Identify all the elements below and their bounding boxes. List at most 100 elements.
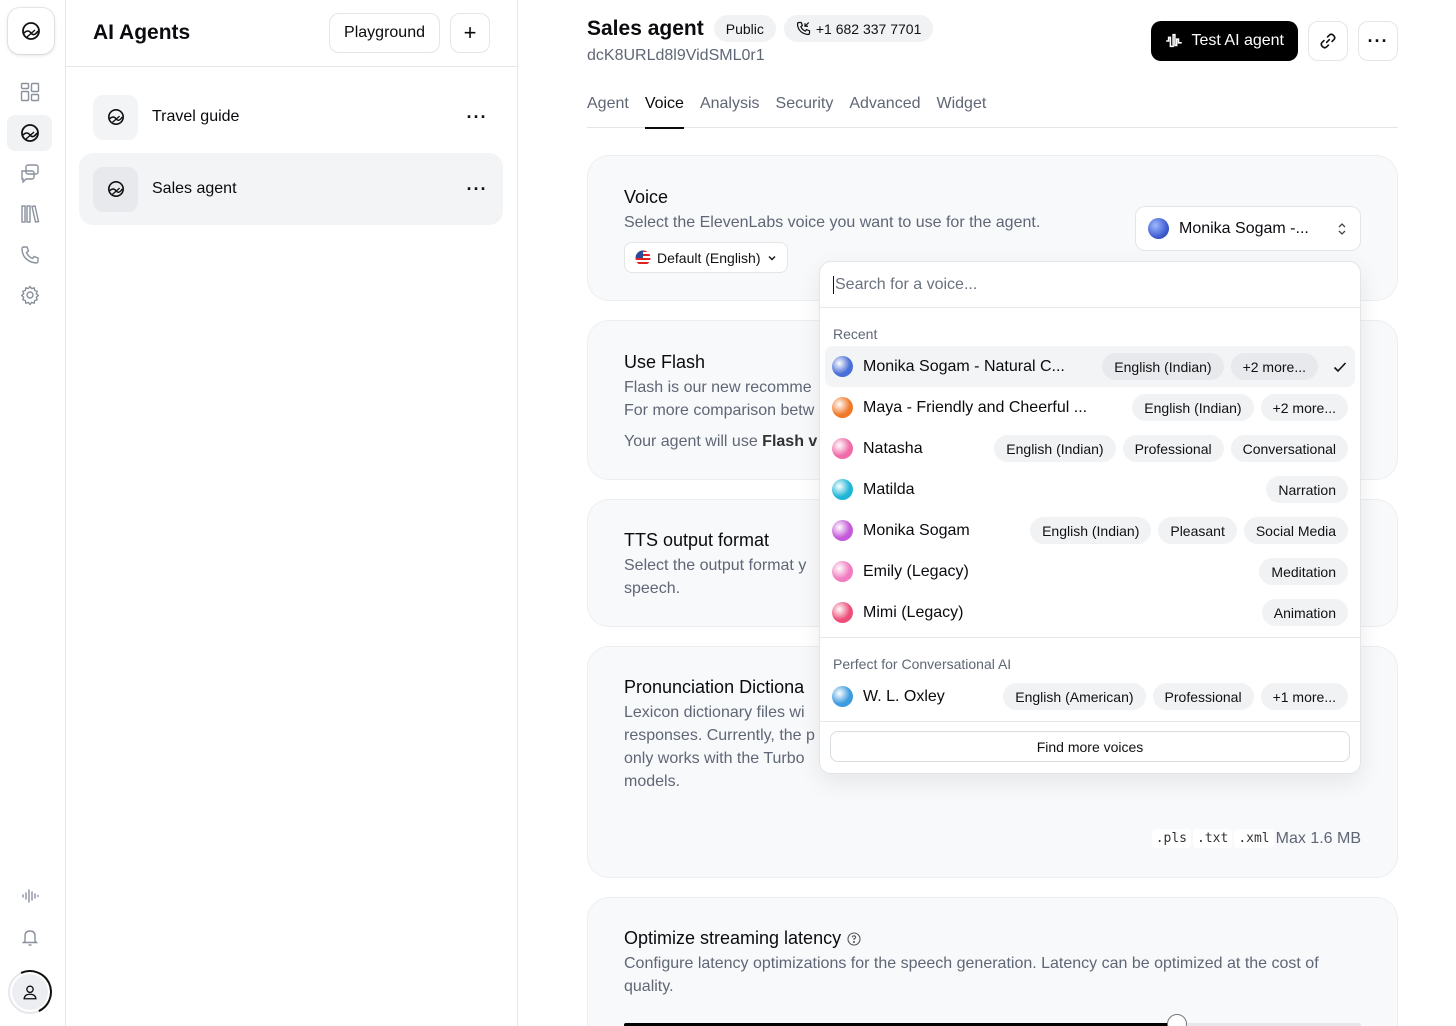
add-agent-button[interactable]: + [450,13,490,53]
voice-dropdown-footer: Find more voices [820,721,1360,773]
voice-avatar-orb [832,602,853,623]
workspace-logo-button[interactable] [8,8,54,54]
phone-incoming-icon [796,21,810,36]
voice-tags: English (Indian) Professional Conversation… [994,435,1348,462]
more-icon: ··· [1367,31,1389,51]
language-select[interactable]: Default (English) [624,242,788,273]
rail-item-phone-numbers[interactable] [7,237,52,273]
library-icon [20,205,39,223]
tab-widget[interactable]: Widget [937,92,987,128]
pronunciation-line-1: Lexicon dictionary files wi [624,704,805,721]
voice-search-row [820,262,1360,308]
voice-select[interactable]: Monika Sogam -... [1135,206,1361,251]
more-options-button[interactable]: ··· [1358,21,1398,61]
voice-name: W. L. Oxley [863,687,945,705]
latency-card-title: Optimize streaming latency [624,928,861,949]
agents-title: AI Agents [93,21,191,44]
usage-ring [1,963,59,1021]
check-icon [1333,361,1347,372]
phone-number-badge[interactable]: +1 682 337 7701 [783,15,934,42]
agents-header: AI Agents Playground + [66,0,517,67]
agent-name: Sales agent [152,180,237,197]
pronunciation-line-2: responses. Currently, the p [624,727,815,744]
voice-tag: Professional [1152,683,1254,710]
voice-tag: +1 more... [1260,683,1348,710]
voice-tag: Animation [1261,599,1348,626]
voice-tags: Animation [1261,599,1348,626]
user-avatar-button[interactable] [1,963,59,1021]
tab-agent[interactable]: Agent [587,92,629,128]
tab-voice[interactable]: Voice [644,92,685,129]
test-agent-button[interactable]: Test AI agent [1151,21,1298,61]
voice-name: Mimi (Legacy) [863,603,964,621]
agent-avatar [93,94,138,140]
rail-item-home[interactable] [7,74,52,110]
pronunciation-line-3: only works with the Turbo [624,750,805,767]
copy-link-button[interactable] [1308,21,1348,61]
voice-avatar-orb [832,438,853,459]
voice-search-input[interactable] [833,275,1347,294]
agent-more-icon[interactable]: ··· [465,108,489,126]
tab-security[interactable]: Security [776,92,834,128]
voice-tag: Conversational [1230,435,1348,462]
voice-name: Monika Sogam - Natural C... [863,357,1065,375]
tab-advanced[interactable]: Advanced [849,92,920,128]
waveform-icon [1166,33,1183,48]
voice-tags: English (American) Professional +1 more... [1003,683,1348,710]
voice-name: Monika Sogam [863,521,970,539]
voice-tag: Narration [1266,476,1348,503]
flash-card-line-1: Flash is our new recomme [624,379,812,396]
voice-name: Matilda [863,480,915,498]
voice-name: Emily (Legacy) [863,562,969,580]
phone-icon [20,246,39,264]
voice-option[interactable]: Monika Sogam English (Indian) Pleasant Soci… [825,510,1355,551]
help-icon[interactable] [847,931,861,946]
rail-item-settings[interactable] [7,277,52,313]
visibility-badge: Public [713,15,776,42]
latency-slider-thumb[interactable] [1166,1014,1187,1026]
voice-option[interactable]: Monika Sogam - Natural C... English (Indi… [825,346,1355,387]
latency-card: Optimize streaming latency Configure lat… [587,897,1398,1026]
flash-status-prefix: Your agent will use [624,433,763,450]
max-file-size: Max 1.6 MB [1275,829,1361,847]
agent-name: Travel guide [152,108,240,125]
agent-list-item[interactable]: Sales agent ··· [79,153,503,225]
agent-more-icon[interactable]: ··· [465,180,489,198]
tts-card-title: TTS output format [624,530,770,550]
file-type-pls: .pls [1151,829,1192,848]
voice-tag: English (American) [1003,683,1146,710]
tabs: Agent Voice Analysis Security Advanced Widget [587,92,1398,129]
voice-tags: English (Indian) Pleasant Social Media [1030,517,1348,544]
find-more-voices-button[interactable]: Find more voices [830,731,1350,762]
voice-avatar-orb [832,686,853,707]
rail-item-conversations[interactable] [7,155,52,191]
agent-logo-icon [107,180,124,198]
voice-option[interactable]: W. L. Oxley English (American) Professiona… [825,676,1355,717]
pronunciation-line-4: models. [624,773,681,790]
voice-tag: English (Indian) [994,435,1116,462]
playground-button[interactable]: Playground [329,13,440,53]
flash-status-model: Flash v [762,433,818,450]
rail-item-notifications[interactable] [7,919,52,955]
voice-group-label: Perfect for Conversational AI [833,656,1012,672]
rail-item-knowledge-base[interactable] [7,196,52,232]
voice-option[interactable]: Matilda Narration [825,469,1355,510]
voice-list[interactable]: Recent Monika Sogam - Natural C... English… [820,308,1360,717]
agent-list-item[interactable]: Travel guide ··· [79,81,503,153]
voice-tag: English (Indian) [1030,517,1152,544]
voice-name: Maya - Friendly and Cheerful ... [863,398,1088,416]
agent-title-row: Sales agent Public +1 682 337 7701 [587,15,941,42]
voice-avatar-orb [832,561,853,582]
grid-icon [20,82,39,102]
voice-option[interactable]: Natasha English (Indian) Professional Conve… [825,428,1355,469]
rail-item-voice[interactable] [7,878,52,914]
us-flag-icon [635,250,651,265]
tab-analysis[interactable]: Analysis [700,92,760,128]
voice-card-title: Voice [624,187,669,207]
voice-option[interactable]: Emily (Legacy) Meditation [825,551,1355,592]
rail-item-agents[interactable] [7,115,52,151]
voice-avatar-orb [1148,218,1169,239]
agent-avatar [93,166,138,212]
voice-option[interactable]: Mimi (Legacy) Animation [825,592,1355,633]
voice-option[interactable]: Maya - Friendly and Cheerful ... English … [825,387,1355,428]
